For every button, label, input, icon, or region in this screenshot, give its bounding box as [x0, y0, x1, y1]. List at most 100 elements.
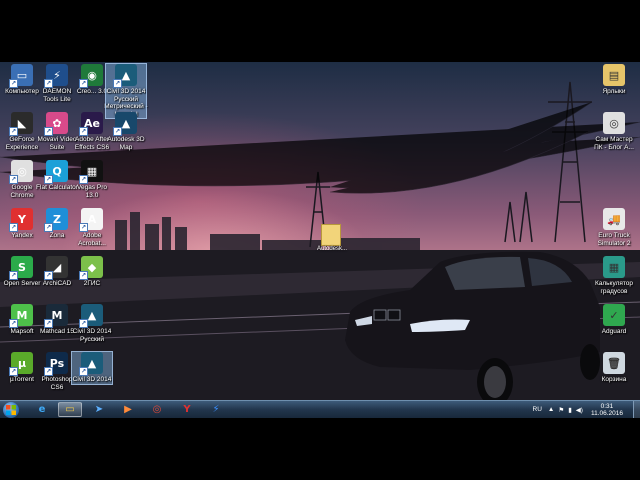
file-icon[interactable]	[321, 224, 341, 246]
chrome-site-icon: ◎	[603, 112, 625, 134]
desktop-icon-photoshop[interactable]: Ps ↗ Photoshop CS6	[37, 352, 77, 391]
shortcuts-folder-icon: ▤	[603, 64, 625, 86]
mapsoft-icon: M ↗	[9, 304, 33, 328]
calculator-icon: Q ↗	[44, 160, 68, 184]
taskbar-button-daemon-tools[interactable]: ⚡	[204, 402, 228, 417]
desktop-icon-label: Калькулятор градусов	[594, 280, 634, 295]
zona-icon: Z ↗	[44, 208, 68, 232]
2gis-icon: ◆ ↗	[79, 256, 103, 280]
file-label: Autodesk...	[316, 246, 348, 252]
desktop-icon-chrome[interactable]: ◎ ↗ Google Chrome	[2, 160, 42, 199]
recycle-bin-icon: 🗑	[603, 352, 625, 374]
clock-time: 0:31	[600, 402, 614, 410]
taskbar-button-chrome[interactable]: ◎	[145, 402, 169, 417]
shortcut-arrow-icon: ↗	[113, 127, 122, 136]
shortcut-arrow-icon: ↗	[9, 79, 18, 88]
after-effects-icon: Ae ↗	[79, 112, 103, 136]
shortcut-arrow-icon: ↗	[79, 367, 88, 376]
desktop-icon-label: Civil 3D 2014 Русский	[72, 328, 112, 343]
desktop-icon-adguard[interactable]: ✓ Adguard	[594, 304, 634, 336]
geforce-icon: ◣ ↗	[9, 112, 33, 136]
desktop-icon-civil3d-2014[interactable]: ▲ ↗ Civil 3D 2014	[71, 351, 113, 385]
daemon-tools-icon: ⚡ ↗	[44, 64, 68, 88]
open-server-icon: S ↗	[9, 256, 33, 280]
desktop-icon-vegas[interactable]: ▦ ↗ Vegas Pro 13.0	[72, 160, 112, 199]
shortcut-arrow-icon: ↗	[9, 367, 18, 376]
utorrent-icon: µ ↗	[9, 352, 33, 376]
daemon-tools-icon: ⚡	[212, 404, 220, 415]
desktop-icon-daemon-tools[interactable]: ⚡ ↗ DAEMON Tools Lite	[37, 64, 77, 103]
network-icon[interactable]: ▮	[568, 406, 572, 414]
shortcut-arrow-icon: ↗	[44, 223, 53, 232]
shortcut-arrow-icon: ↗	[79, 223, 88, 232]
taskbar-button-cursor-app[interactable]: ➤	[87, 402, 111, 417]
civil3d-ru-icon: ▲ ↗	[79, 304, 103, 328]
shortcut-arrow-icon: ↗	[44, 79, 53, 88]
shortcut-arrow-icon: ↗	[9, 271, 18, 280]
taskbar: e ▭ ➤ ▶ ◎ Y ⚡ RU ▲ ⚑ ▮ ◀) 0:31 11.06.2016	[0, 400, 640, 418]
desktop-icon-label: Ярлыки	[602, 88, 626, 95]
desktop[interactable]: ▭ ↗ Компьютер ⚡ ↗ DAEMON Tools Lite ◉ ↗ Creo... …	[0, 62, 640, 400]
euro-truck-icon: 🚚	[603, 208, 625, 230]
windows-logo-icon	[6, 405, 16, 415]
taskbar-button-explorer[interactable]: ▭	[58, 402, 82, 417]
photoshop-icon: Ps ↗	[44, 352, 68, 376]
desktop-icon-label: Autodesk 3D Map	[107, 136, 145, 151]
shortcut-arrow-icon: ↗	[113, 79, 122, 88]
taskbar-button-ie[interactable]: e	[30, 402, 54, 417]
tray-arrow-icon[interactable]: ▲	[548, 406, 554, 413]
taskbar-button-media-player[interactable]: ▶	[116, 402, 140, 417]
ie-icon: e	[38, 404, 46, 415]
adguard-icon: ✓	[603, 304, 625, 326]
clock[interactable]: 0:31 11.06.2016	[591, 403, 623, 417]
autodesk-map-icon: ▲ ↗	[113, 112, 137, 136]
system-tray: RU ▲ ⚑ ▮ ◀) 0:31 11.06.2016	[533, 401, 640, 418]
desktop-icon-chrome-site[interactable]: ◎ Сам Мастер ПК - Блог А...	[594, 112, 634, 151]
top-letterbox	[0, 0, 640, 62]
civil3d-icon: ▲ ↗	[113, 64, 137, 88]
movavi-icon: ✿ ↗	[44, 112, 68, 136]
desktop-icon-label: Vegas Pro 13.0	[77, 184, 107, 199]
show-desktop-button[interactable]	[633, 401, 640, 418]
taskbar-button-yandex[interactable]: Y	[175, 402, 199, 417]
shortcut-arrow-icon: ↗	[79, 271, 88, 280]
desktop-icon-civil3d-ru[interactable]: ▲ ↗ Civil 3D 2014 Русский	[72, 304, 112, 343]
desktop-icon-euro-truck[interactable]: 🚚 Euro Truck Simulator 2	[594, 208, 634, 247]
mathcad-icon: M ↗	[44, 304, 68, 328]
shortcut-arrow-icon: ↗	[9, 223, 18, 232]
desktop-icon-label: Сам Мастер ПК - Блог А...	[594, 136, 634, 151]
desktop-icon-degrees-calculator[interactable]: ▦ Калькулятор градусов	[594, 256, 634, 295]
archicad-icon: ◢ ↗	[44, 256, 68, 280]
media-player-icon: ▶	[124, 404, 132, 415]
shortcut-arrow-icon: ↗	[9, 127, 18, 136]
shortcut-arrow-icon: ↗	[44, 175, 53, 184]
shortcut-arrow-icon: ↗	[9, 319, 18, 328]
desktop-icon-label: Корзина	[601, 376, 627, 383]
start-button[interactable]	[3, 402, 19, 418]
acrobat-icon: A ↗	[79, 208, 103, 232]
shortcut-arrow-icon: ↗	[79, 127, 88, 136]
vegas-icon: ▦ ↗	[79, 160, 103, 184]
desktop-icon-2gis[interactable]: ◆ ↗ 2ГИС	[72, 256, 112, 288]
civil3d-2014-icon: ▲ ↗	[79, 352, 103, 376]
desktop-icon-autodesk-map[interactable]: ▲ ↗ Autodesk 3D Map	[106, 112, 146, 151]
computer-icon: ▭ ↗	[9, 64, 33, 88]
explorer-icon: ▭	[65, 404, 75, 415]
yandex-icon: Y	[183, 404, 191, 415]
desktop-icon-label: 2ГИС	[83, 280, 101, 287]
desktop-icon-acrobat[interactable]: A ↗ Adobe Acrobat...	[72, 208, 112, 247]
desktop-icon-label: Euro Truck Simulator 2	[597, 232, 631, 247]
volume-icon[interactable]: ◀)	[576, 406, 583, 414]
shortcut-arrow-icon: ↗	[9, 175, 18, 184]
bottom-letterbox	[0, 418, 640, 480]
desktop-icon-recycle-bin[interactable]: 🗑 Корзина	[594, 352, 634, 384]
creo-icon: ◉ ↗	[79, 64, 103, 88]
shortcut-arrow-icon: ↗	[44, 367, 53, 376]
shortcut-arrow-icon: ↗	[44, 127, 53, 136]
language-indicator[interactable]: RU	[533, 406, 542, 413]
flag-icon[interactable]: ⚑	[558, 406, 564, 414]
desktop-icon-label: Adobe Acrobat...	[78, 232, 106, 247]
desktop-icon-civil3d[interactable]: ▲↗Civil 3D 2014 Русский Метрический - Im…	[104, 63, 148, 119]
desktop-icon-label: Civil 3D 2014	[72, 376, 112, 383]
desktop-icon-shortcuts-folder[interactable]: ▤ Ярлыки	[594, 64, 634, 96]
